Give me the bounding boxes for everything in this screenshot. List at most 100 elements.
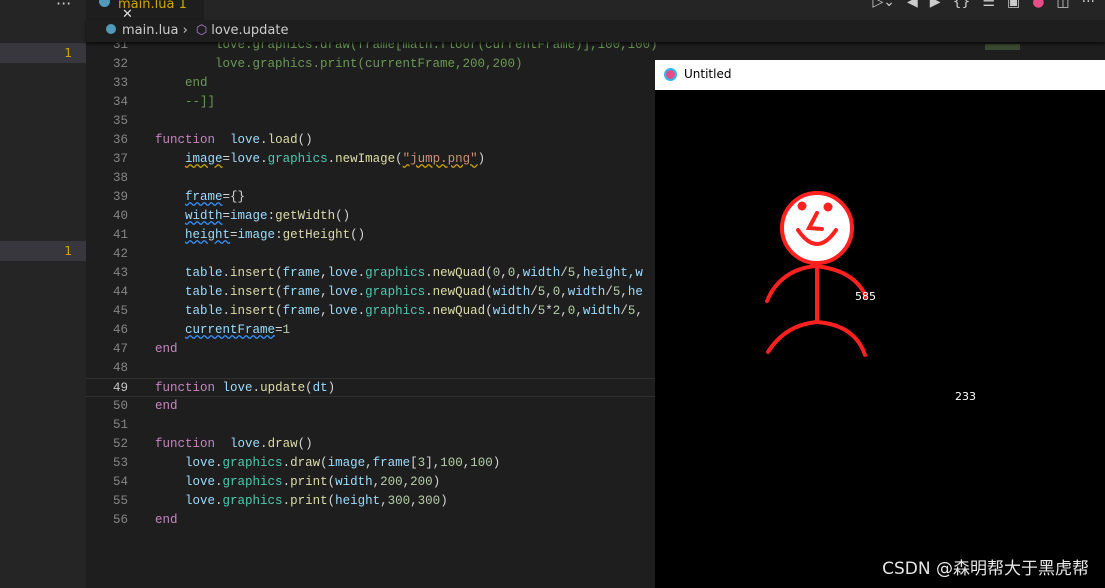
code-token: print xyxy=(290,494,328,508)
code-token: / xyxy=(605,285,613,299)
code-text: --]] xyxy=(155,93,215,112)
code-token: () xyxy=(297,133,313,147)
line-number: 53 xyxy=(112,456,128,470)
code-token: --]] xyxy=(155,95,216,109)
breadcrumb-symbol[interactable]: love.update xyxy=(211,23,288,38)
window-title: Untitled xyxy=(684,67,732,81)
code-token: love xyxy=(185,475,216,489)
code-token: . xyxy=(357,285,366,299)
line-number: 39 xyxy=(112,190,128,204)
more-icon[interactable]: ··· xyxy=(1082,0,1095,10)
code-token: , xyxy=(380,494,388,508)
run-icon[interactable]: ▷⌄ xyxy=(873,0,896,10)
code-token: [ xyxy=(410,456,418,470)
code-text: table.insert(frame,love.graphics.newQuad… xyxy=(155,302,643,321)
window-titlebar[interactable]: Untitled xyxy=(655,60,1105,90)
code-token: . xyxy=(260,152,268,166)
code-token: , xyxy=(560,304,568,318)
code-token: ( xyxy=(485,266,493,280)
code-token: . xyxy=(425,304,433,318)
code-token: . xyxy=(425,266,433,280)
code-token: , xyxy=(320,285,328,299)
code-token: . xyxy=(222,304,231,318)
code-token: function xyxy=(155,133,216,147)
code-token: = xyxy=(222,152,231,166)
code-token: ], xyxy=(425,456,441,470)
code-token: image xyxy=(327,456,366,470)
line-number: 33 xyxy=(112,76,128,90)
code-token: insert xyxy=(230,304,276,318)
more-icon[interactable]: ··· xyxy=(56,0,71,13)
code-text: love.graphics.print(currentFrame,200,200… xyxy=(155,55,523,74)
figure-legs xyxy=(766,319,867,357)
code-token: . xyxy=(327,152,336,166)
code-token: ) xyxy=(492,456,501,470)
go-back-icon[interactable]: ◀ xyxy=(907,0,918,10)
code-token: / xyxy=(620,304,628,318)
code-token: image xyxy=(185,152,223,166)
code-token: = xyxy=(275,323,283,337)
code-token: newQuad xyxy=(432,266,486,280)
code-text: end xyxy=(155,511,178,530)
line-number: 37 xyxy=(112,152,128,166)
line-number: 45 xyxy=(112,304,128,318)
line-number: 46 xyxy=(112,323,128,337)
code-token: graphics xyxy=(365,266,426,280)
line-number: 48 xyxy=(112,361,128,375)
love-icon[interactable]: ● xyxy=(1032,0,1044,10)
code-token: function xyxy=(155,381,216,395)
code-token: . xyxy=(357,266,366,280)
code-token: newQuad xyxy=(432,304,486,318)
code-text: function love.load() xyxy=(155,131,313,150)
cube-icon: ⬡ xyxy=(195,23,208,38)
line-number: 51 xyxy=(112,418,128,432)
code-token: : xyxy=(275,228,283,242)
go-forward-icon[interactable]: ▶ xyxy=(930,0,941,10)
code-token: insert xyxy=(230,266,276,280)
breadcrumb-file[interactable]: main.lua xyxy=(122,23,178,38)
split-editor-icon[interactable]: ◫ xyxy=(1056,0,1069,10)
tab-main-lua[interactable]: main.lua 1 ✕ xyxy=(86,0,204,21)
code-token: . xyxy=(215,475,223,489)
line-number: 35 xyxy=(112,114,128,128)
code-token: love xyxy=(230,437,261,451)
code-token: ( xyxy=(327,494,336,508)
code-token: width xyxy=(335,475,373,489)
code-token: . xyxy=(252,381,261,395)
sidebar: ··· 1 1 xyxy=(0,0,86,588)
code-token: image xyxy=(237,228,276,242)
braces-icon[interactable]: {} xyxy=(953,0,971,10)
code-token: end xyxy=(155,513,178,527)
code-token: ) xyxy=(440,494,448,508)
code-token: 200 xyxy=(380,475,403,489)
problem-marker[interactable]: 1 xyxy=(0,43,86,63)
code-text: table.insert(frame,love.graphics.newQuad… xyxy=(155,264,643,283)
code-token: : xyxy=(267,209,276,223)
terminal-icon[interactable]: ▣ xyxy=(1007,0,1020,10)
code-text: end xyxy=(155,340,178,359)
code-token: getWidth xyxy=(275,209,336,223)
code-token: love xyxy=(185,456,216,470)
code-token: 300 xyxy=(417,494,441,508)
love-window[interactable]: Untitled 585 233 xyxy=(655,60,1105,588)
code-token: end xyxy=(155,76,208,90)
code-token: / xyxy=(530,285,538,299)
code-token: , xyxy=(575,304,583,318)
code-token: , xyxy=(410,494,418,508)
code-token: , xyxy=(515,266,523,280)
minimap[interactable] xyxy=(980,42,1030,52)
code-token: update xyxy=(260,381,306,395)
code-token: , xyxy=(372,475,381,489)
code-token: 200 xyxy=(410,475,433,489)
line-number: 42 xyxy=(112,247,128,261)
line-number: 36 xyxy=(112,133,128,147)
code-token: love xyxy=(327,304,358,318)
problem-marker[interactable]: 1 xyxy=(0,241,86,261)
code-token: ( xyxy=(305,381,313,395)
list-icon[interactable]: ☰ xyxy=(982,0,995,10)
